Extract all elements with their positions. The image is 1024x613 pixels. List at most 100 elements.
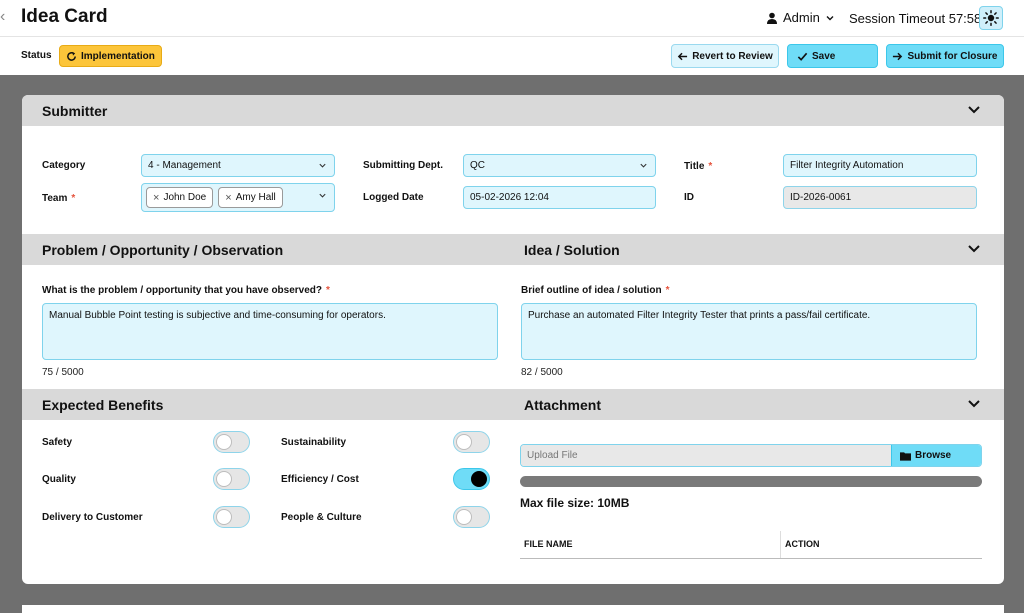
title-input[interactable]: Filter Integrity Automation [783, 154, 977, 177]
top-bar: ‹ Idea Card Admin Session Timeout 57:58 [0, 0, 1024, 37]
revert-to-review-button[interactable]: Revert to Review [671, 44, 779, 68]
dept-value: QC [470, 160, 485, 171]
column-header-file-name: FILE NAME [524, 539, 573, 549]
problem-title: Problem / Opportunity / Observation [42, 242, 284, 258]
required-asterisk: * [665, 285, 670, 296]
benefit-label-delivery: Delivery to Customer [42, 512, 143, 523]
title-label: Title * [684, 161, 713, 172]
benefit-label-quality: Quality [42, 474, 76, 485]
revert-label: Revert to Review [692, 50, 773, 62]
attachment-title: Attachment [524, 397, 602, 413]
team-chip[interactable]: × John Doe [146, 187, 214, 208]
chevron-down-icon[interactable] [966, 395, 982, 411]
toggle-knob [216, 509, 232, 525]
logged-date-value: 05-02-2026 12:04 [470, 192, 549, 203]
benefit-label-safety: Safety [42, 437, 73, 448]
back-chevron-icon[interactable]: ‹ [0, 8, 5, 26]
required-asterisk: * [326, 285, 330, 296]
benefit-label-efficiency: Efficiency / Cost [281, 474, 359, 485]
chevron-down-icon [826, 15, 834, 20]
required-asterisk: * [71, 193, 76, 204]
chevron-down-icon [319, 163, 326, 168]
toggle-knob [456, 509, 472, 525]
category-value: 4 - Management [148, 160, 221, 171]
benefit-label-people: People & Culture [281, 512, 362, 523]
title-value: Filter Integrity Automation [790, 160, 904, 171]
toggle-knob [216, 434, 232, 450]
folder-icon [900, 451, 911, 461]
team-chip-label: Amy Hall [235, 192, 276, 203]
toggle-efficiency[interactable] [453, 468, 490, 490]
max-file-size: Max file size: 10MB [520, 496, 630, 510]
close-icon[interactable]: × [225, 192, 231, 204]
problem-char-counter: 75 / 5000 [42, 367, 84, 378]
logged-date-field[interactable]: 05-02-2026 12:04 [463, 186, 656, 209]
status-badge: Implementation [59, 45, 162, 67]
column-divider [780, 531, 781, 558]
toggle-people[interactable] [453, 506, 490, 528]
toggle-sustainability[interactable] [453, 431, 490, 453]
submitter-section-header[interactable]: Submitter [22, 95, 1004, 126]
chevron-down-icon [319, 193, 326, 198]
chevron-down-icon [640, 163, 647, 168]
id-value: ID-2026-0061 [790, 192, 852, 203]
category-select[interactable]: 4 - Management [141, 154, 335, 177]
arrow-right-icon [893, 52, 903, 60]
save-button[interactable]: Save [787, 44, 878, 68]
submit-label: Submit for Closure [907, 50, 998, 62]
chevron-down-icon[interactable] [966, 240, 982, 256]
problem-idea-section-header[interactable]: Problem / Opportunity / Observation Idea… [22, 234, 1004, 265]
idea-card-form: Submitter Category 4 - Management Team * … [22, 95, 1004, 584]
idea-textarea[interactable]: Purchase an automated Filter Integrity T… [521, 303, 977, 360]
team-multiselect[interactable]: × John Doe × Amy Hall [141, 183, 335, 212]
action-bar: Status Implementation Revert to Review S… [0, 37, 1024, 75]
save-label: Save [812, 50, 836, 62]
sun-icon [983, 10, 999, 26]
theme-toggle-button[interactable] [979, 6, 1003, 30]
benefits-title: Expected Benefits [42, 397, 164, 413]
logged-date-label: Logged Date [363, 192, 424, 203]
user-icon [767, 12, 777, 24]
toggle-knob [456, 434, 472, 450]
required-asterisk: * [708, 161, 713, 172]
status-label: Status [21, 50, 52, 61]
column-header-action: ACTION [785, 539, 820, 549]
team-label: Team * [42, 193, 76, 204]
chevron-down-icon[interactable] [966, 101, 982, 117]
toggle-delivery[interactable] [213, 506, 250, 528]
toggle-safety[interactable] [213, 431, 250, 453]
browse-button[interactable]: Browse [891, 445, 981, 466]
team-chip[interactable]: × Amy Hall [218, 187, 283, 208]
submit-for-closure-button[interactable]: Submit for Closure [886, 44, 1004, 68]
session-timeout: Session Timeout 57:58 [849, 11, 982, 26]
toggle-knob [216, 471, 232, 487]
next-card-edge [22, 605, 1004, 613]
file-upload[interactable]: Upload File Browse [520, 444, 982, 467]
close-icon[interactable]: × [153, 192, 159, 204]
browse-label: Browse [915, 450, 952, 461]
benefits-attachment-section-header[interactable]: Expected Benefits Attachment [22, 389, 1004, 420]
problem-textarea[interactable]: Manual Bubble Point testing is subjectiv… [42, 303, 498, 360]
problem-question: What is the problem / opportunity that y… [42, 285, 330, 296]
idea-char-counter: 82 / 5000 [521, 367, 563, 378]
user-menu[interactable]: Admin [766, 10, 835, 25]
id-field: ID-2026-0061 [783, 186, 977, 209]
team-chip-label: John Doe [163, 192, 207, 203]
upload-input[interactable]: Upload File [521, 445, 891, 466]
status-value: Implementation [81, 50, 155, 62]
dept-select[interactable]: QC [463, 154, 656, 177]
progress-fill [520, 476, 982, 487]
page-title: Idea Card [21, 6, 108, 27]
table-divider [520, 558, 982, 559]
toggle-knob [471, 471, 487, 487]
id-label: ID [684, 192, 694, 203]
check-icon [797, 52, 808, 61]
category-label: Category [42, 160, 86, 171]
benefit-label-sustainability: Sustainability [281, 437, 347, 448]
upload-progress-bar [520, 476, 982, 487]
arrow-left-icon [677, 52, 688, 60]
dept-label: Submitting Dept. [363, 160, 443, 171]
toggle-quality[interactable] [213, 468, 250, 490]
user-name: Admin [783, 10, 820, 25]
refresh-icon [67, 51, 76, 61]
